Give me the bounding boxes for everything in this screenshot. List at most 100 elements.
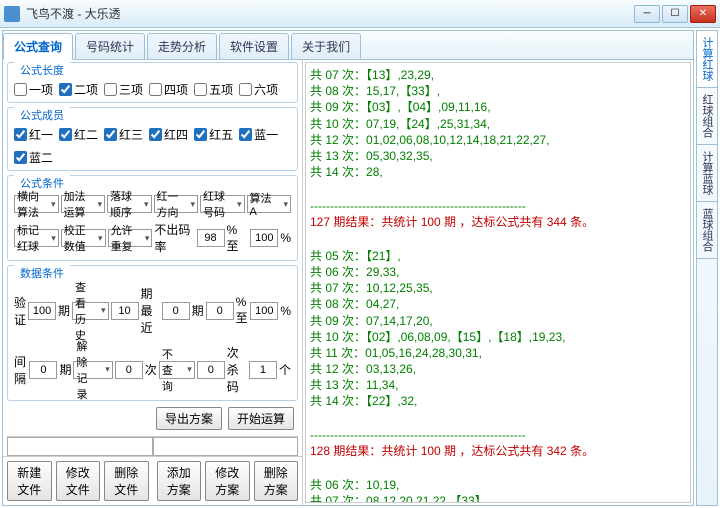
checkbox[interactable] bbox=[14, 151, 27, 164]
list-pane-right[interactable] bbox=[153, 437, 299, 456]
summary-line: 127 期结果：共统计 100 期 ，达标公式共有 344 条。 bbox=[310, 214, 686, 230]
group-data: 数据条件 验证期 查看历史 期 最近 期 % 至 % 间隔期 解除记录 次 不查… bbox=[7, 265, 298, 401]
tab-4[interactable]: 关于我们 bbox=[291, 33, 361, 59]
sidetab-3[interactable]: 蓝球组合 bbox=[697, 202, 717, 259]
combo[interactable]: 允许重复 bbox=[108, 229, 153, 247]
combo[interactable]: 横向算法 bbox=[14, 195, 59, 213]
pc-from[interactable] bbox=[206, 302, 234, 320]
window-title: 飞鸟不渡 - 大乐透 bbox=[26, 5, 634, 22]
del-plan-button[interactable]: 删除方案 bbox=[254, 461, 299, 501]
checkbox[interactable] bbox=[239, 128, 252, 141]
output-line: 共 06 次：29,33, bbox=[310, 264, 686, 280]
gap-n[interactable] bbox=[29, 361, 57, 379]
chk-蓝一[interactable]: 蓝一 bbox=[239, 126, 278, 143]
output-line: 共 10 次：07,19,【24】,25,31,34, bbox=[310, 116, 686, 132]
output-line: 共 09 次：【03】,【04】,09,11,16, bbox=[310, 99, 686, 115]
run-button[interactable]: 开始运算 bbox=[228, 407, 294, 430]
add-plan-button[interactable]: 添加方案 bbox=[157, 461, 202, 501]
group-conditions: 公式条件 横向算法加法运算落球顺序红一方向红球号码算法 A 标记红球校正数值允许… bbox=[7, 175, 298, 261]
summary-line: 128 期结果：共统计 100 期 ，达标公式共有 342 条。 bbox=[310, 443, 686, 459]
output-line: 共 13 次：05,30,32,35, bbox=[310, 148, 686, 164]
chk-一项[interactable]: 一项 bbox=[14, 81, 53, 98]
release-combo[interactable]: 解除记录 bbox=[73, 361, 112, 379]
checkbox[interactable] bbox=[104, 83, 117, 96]
chk-五项[interactable]: 五项 bbox=[194, 81, 233, 98]
output-line: 共 07 次：10,12,25,35, bbox=[310, 280, 686, 296]
output-line: 共 13 次：11,34, bbox=[310, 377, 686, 393]
history-combo[interactable]: 查看历史 bbox=[72, 302, 108, 320]
hist-n[interactable] bbox=[111, 302, 139, 320]
mod-plan-button[interactable]: 修改方案 bbox=[205, 461, 250, 501]
chk-红四[interactable]: 红四 bbox=[149, 126, 188, 143]
output-line: 共 06 次：10,19, bbox=[310, 477, 686, 493]
tab-1[interactable]: 号码统计 bbox=[75, 33, 145, 59]
rate-from[interactable] bbox=[197, 229, 225, 247]
tab-3[interactable]: 软件设置 bbox=[219, 33, 289, 59]
checkbox[interactable] bbox=[149, 128, 162, 141]
checkbox[interactable] bbox=[194, 128, 207, 141]
list-pane-left[interactable] bbox=[7, 437, 153, 456]
verify-n[interactable] bbox=[28, 302, 56, 320]
chk-蓝二[interactable]: 蓝二 bbox=[14, 149, 53, 166]
checkbox[interactable] bbox=[104, 128, 117, 141]
chk-红一[interactable]: 红一 bbox=[14, 126, 53, 143]
output-line: 共 12 次：01,02,06,08,10,12,14,18,21,22,27, bbox=[310, 132, 686, 148]
chk-三项[interactable]: 三项 bbox=[104, 81, 143, 98]
side-tabs: 计算红球红球组合计算蓝球蓝球组合 bbox=[696, 30, 718, 506]
kill-n[interactable] bbox=[249, 361, 277, 379]
export-button[interactable]: 导出方案 bbox=[156, 407, 222, 430]
chk-四项[interactable]: 四项 bbox=[149, 81, 188, 98]
chk-红二[interactable]: 红二 bbox=[59, 126, 98, 143]
checkbox[interactable] bbox=[59, 83, 72, 96]
chk-红三[interactable]: 红三 bbox=[104, 126, 143, 143]
checkbox[interactable] bbox=[194, 83, 207, 96]
pc-to[interactable] bbox=[250, 302, 278, 320]
chk-六项[interactable]: 六项 bbox=[239, 81, 278, 98]
checkbox[interactable] bbox=[14, 83, 27, 96]
sidetab-1[interactable]: 红球组合 bbox=[697, 88, 717, 145]
output-line: 共 07 次：08,12,20,21,22,【33】, bbox=[310, 493, 686, 503]
group-length: 公式长度 一项二项三项四项五项六项 bbox=[7, 62, 298, 103]
left-panel: 公式长度 一项二项三项四项五项六项 公式成员 红一红二红三红四红五蓝一蓝二 公式… bbox=[3, 60, 303, 505]
combo[interactable]: 加法运算 bbox=[61, 195, 106, 213]
close-button[interactable]: ✕ bbox=[690, 5, 716, 23]
chk-红五[interactable]: 红五 bbox=[194, 126, 233, 143]
combo[interactable]: 红一方向 bbox=[154, 195, 199, 213]
chk-二项[interactable]: 二项 bbox=[59, 81, 98, 98]
tab-0[interactable]: 公式查询 bbox=[3, 33, 73, 60]
output-line: 共 11 次：01,05,16,24,28,30,31, bbox=[310, 345, 686, 361]
output-console[interactable]: 共 07 次：【13】,23,29,共 08 次：15,17,【33】,共 09… bbox=[305, 62, 691, 503]
combo[interactable]: 算法 A bbox=[247, 195, 292, 213]
checkbox[interactable] bbox=[239, 83, 252, 96]
checkbox[interactable] bbox=[14, 128, 27, 141]
checkbox[interactable] bbox=[59, 128, 72, 141]
output-line: 共 07 次：【13】,23,29, bbox=[310, 67, 686, 83]
group-members: 公式成员 红一红二红三红四红五蓝一蓝二 bbox=[7, 107, 298, 171]
checkbox[interactable] bbox=[149, 83, 162, 96]
titlebar: 飞鸟不渡 - 大乐透 ─ ☐ ✕ bbox=[0, 0, 720, 28]
noquery-combo[interactable]: 不查询 bbox=[159, 361, 195, 379]
sidetab-0[interactable]: 计算红球 bbox=[697, 31, 717, 88]
rate-to[interactable] bbox=[250, 229, 278, 247]
output-line: 共 14 次：【22】,32, bbox=[310, 393, 686, 409]
sidetab-2[interactable]: 计算蓝球 bbox=[697, 145, 717, 202]
combo[interactable]: 标记红球 bbox=[14, 229, 59, 247]
nq-n[interactable] bbox=[197, 361, 225, 379]
output-line: 共 08 次：15,17,【33】, bbox=[310, 83, 686, 99]
main-tabs: 公式查询号码统计走势分析软件设置关于我们 bbox=[3, 31, 693, 60]
minimize-button[interactable]: ─ bbox=[634, 5, 660, 23]
tab-2[interactable]: 走势分析 bbox=[147, 33, 217, 59]
new-file-button[interactable]: 新建文件 bbox=[7, 461, 52, 501]
edit-file-button[interactable]: 修改文件 bbox=[56, 461, 101, 501]
combo[interactable]: 落球顺序 bbox=[107, 195, 152, 213]
output-line: 共 08 次：04,27, bbox=[310, 296, 686, 312]
rel-n[interactable] bbox=[115, 361, 143, 379]
combo[interactable]: 校正数值 bbox=[61, 229, 106, 247]
maximize-button[interactable]: ☐ bbox=[662, 5, 688, 23]
output-line: 共 12 次：03,13,26, bbox=[310, 361, 686, 377]
output-line: 共 09 次：07,14,17,20, bbox=[310, 313, 686, 329]
delete-file-button[interactable]: 删除文件 bbox=[104, 461, 149, 501]
combo[interactable]: 红球号码 bbox=[200, 195, 245, 213]
recent-n[interactable] bbox=[162, 302, 190, 320]
app-icon bbox=[4, 6, 20, 22]
